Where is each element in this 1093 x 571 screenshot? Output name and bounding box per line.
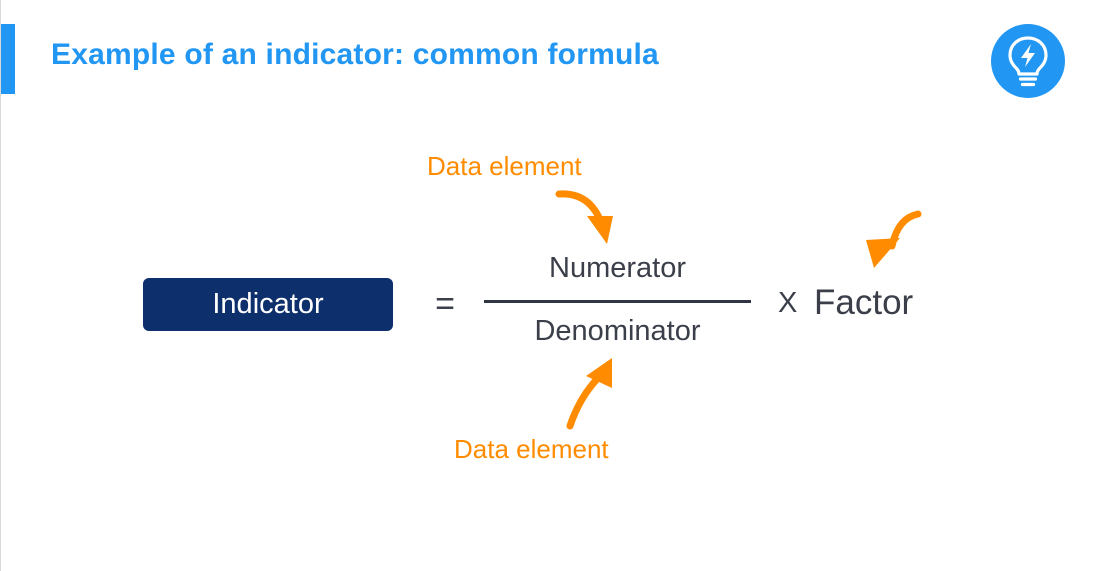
numerator-label: Numerator <box>549 252 686 284</box>
title-accent-bar <box>1 24 15 94</box>
lightbulb-icon <box>991 24 1065 98</box>
fraction-line <box>484 300 751 303</box>
slide-title: Example of an indicator: common formula <box>51 38 659 71</box>
curved-arrow-icon <box>866 210 922 268</box>
factor-label: Factor <box>814 283 914 322</box>
denominator-label: Denominator <box>534 315 701 347</box>
indicator-label: Indicator <box>212 288 324 320</box>
numerator-data-element-label: Data element <box>427 151 582 181</box>
curved-arrow-icon <box>566 358 612 430</box>
indicator-box: Indicator <box>143 278 393 331</box>
denominator-data-element-label: Data element <box>454 434 609 464</box>
equals-sign: = <box>435 285 455 323</box>
curved-arrow-icon <box>555 190 613 244</box>
multiply-sign: X <box>778 287 798 319</box>
